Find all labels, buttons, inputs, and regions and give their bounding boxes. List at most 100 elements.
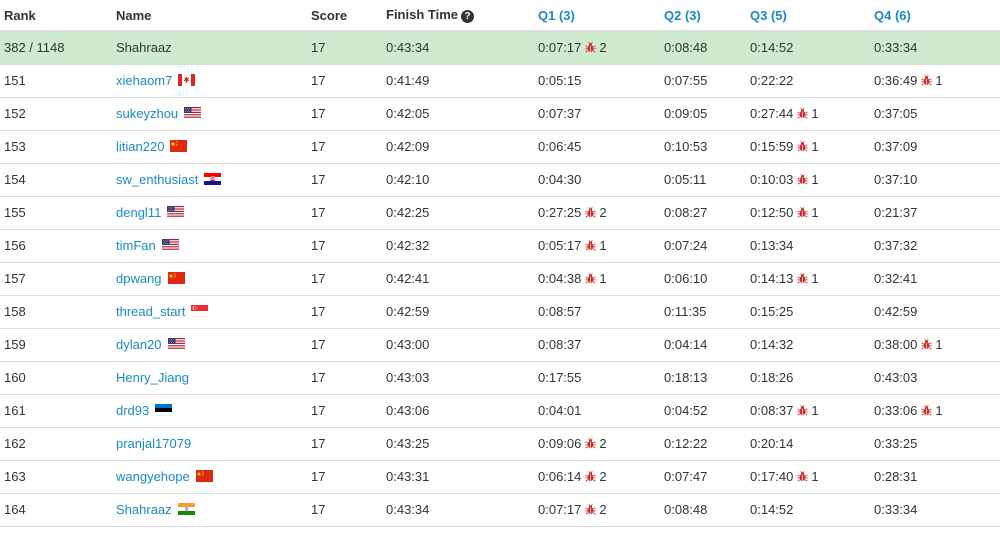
q4-time: 0:43:03 (874, 370, 918, 385)
q4-time: 0:36:49 (874, 73, 918, 88)
name-cell: dylan20 (112, 328, 307, 362)
score-cell: 17 (307, 130, 382, 164)
q3-time-cell: 0:14:52 (746, 31, 870, 65)
table-row: 162 pranjal17079 17 0:43:25 0:09:06 2 0:12:22 0… (0, 427, 1000, 461)
q1-time: 0:07:17 (538, 40, 582, 56)
q2-time-cell: 0:04:14 (660, 328, 746, 362)
q1-time-cell: 0:07:37 (534, 97, 660, 131)
q3-time: 0:08:37 (750, 403, 794, 418)
table-row: 152 sukeyzhou 17 0:42:05 0:07:37 0:09:05 0:27:… (0, 97, 1000, 131)
name-cell: xiehaom7 (112, 64, 307, 98)
estonia-flag-icon (155, 404, 173, 416)
finish-time-header: Finish Time? (382, 0, 534, 32)
user-link[interactable]: thread_start (116, 304, 185, 319)
q2-time: 0:07:24 (664, 238, 708, 253)
q3-time: 0:14:13 (750, 271, 794, 286)
q3-time: 0:20:14 (750, 436, 794, 451)
q3-header[interactable]: Q3 (5) (746, 0, 870, 32)
table-body: 382 / 1148 Shahraaz 17 0:43:34 0:07:17 2 0:08:… (0, 31, 1000, 527)
q2-time-cell: 0:09:05 (660, 97, 746, 131)
q4-time: 0:32:41 (874, 271, 918, 286)
finish-time-label: Finish Time (386, 7, 458, 22)
q3-time-cell: 0:15:59 1 (746, 130, 870, 164)
q1-time-cell: 0:07:17 2 (534, 31, 660, 65)
q1-time-cell: 0:06:45 (534, 130, 660, 164)
question-circle-icon[interactable]: ? (461, 10, 474, 23)
q1-time: 0:04:30 (538, 172, 582, 187)
current-user-row: 382 / 1148 Shahraaz 17 0:43:34 0:07:17 2 0:08:… (0, 31, 1000, 65)
q3-time-cell: 0:14:13 1 (746, 262, 870, 296)
q3-time-cell: 0:14:52 (746, 493, 870, 527)
wrong-attempts-count: 1 (811, 106, 819, 121)
q2-time-cell: 0:07:24 (660, 229, 746, 263)
user-link[interactable]: dengl11 (116, 205, 161, 220)
q2-time: 0:08:48 (664, 502, 708, 517)
q1-header[interactable]: Q1 (3) (534, 0, 660, 32)
q4-time-cell: 0:33:06 1 (870, 394, 1000, 428)
user-link[interactable]: litian220 (116, 139, 164, 154)
q2-time-cell: 0:07:47 (660, 460, 746, 494)
user-link[interactable]: Shahraaz (116, 502, 172, 517)
q1-time: 0:06:14 (538, 469, 582, 484)
q4-time: 0:28:31 (874, 469, 918, 484)
china-flag-icon (167, 272, 185, 284)
q1-time: 0:08:37 (538, 337, 582, 352)
q2-time: 0:04:52 (664, 403, 708, 418)
user-link[interactable]: sw_enthusiast (116, 172, 198, 187)
usa-flag-icon (161, 239, 179, 251)
user-link[interactable]: drd93 (116, 403, 149, 418)
q4-time: 0:42:59 (874, 304, 918, 319)
user-link[interactable]: wangyehope (116, 469, 190, 484)
q2-header[interactable]: Q2 (3) (660, 0, 746, 32)
bug-icon (585, 471, 597, 482)
q3-time-cell: 0:14:32 (746, 328, 870, 362)
q2-time-cell: 0:11:35 (660, 295, 746, 329)
wrong-attempts-count: 1 (811, 403, 819, 418)
rank-cell: 160 (0, 361, 112, 395)
q1-time-cell: 0:05:15 (534, 64, 660, 98)
canada-flag-icon (178, 74, 196, 86)
user-link[interactable]: sukeyzhou (116, 106, 178, 121)
q2-time: 0:18:13 (664, 370, 708, 385)
table-row: 156 timFan 17 0:42:32 0:05:17 1 0:07:24 0:13:34… (0, 229, 1000, 263)
q4-time-cell: 0:33:34 (870, 493, 1000, 527)
usa-flag-icon (184, 107, 202, 119)
q1-time: 0:04:01 (538, 403, 582, 418)
name-cell: dengl11 (112, 196, 307, 230)
user-link[interactable]: xiehaom7 (116, 73, 172, 88)
score-cell: 17 (307, 31, 382, 65)
q1-time: 0:05:15 (538, 73, 582, 88)
bug-icon (921, 75, 933, 86)
q4-time: 0:21:37 (874, 205, 918, 220)
user-link[interactable]: pranjal17079 (116, 436, 191, 451)
q4-time: 0:38:00 (874, 337, 918, 352)
score-cell: 17 (307, 196, 382, 230)
q1-time-cell: 0:17:55 (534, 361, 660, 395)
finish-time-cell: 0:41:49 (382, 64, 534, 98)
q4-time: 0:37:09 (874, 139, 918, 154)
q3-time: 0:12:50 (750, 205, 794, 220)
q2-time: 0:04:14 (664, 337, 708, 352)
q3-time-cell: 0:08:37 1 (746, 394, 870, 428)
rank-cell: 159 (0, 328, 112, 362)
q1-time: 0:07:37 (538, 106, 582, 121)
q4-header[interactable]: Q4 (6) (870, 0, 1000, 32)
q2-time-cell: 0:04:52 (660, 394, 746, 428)
user-link[interactable]: dpwang (116, 271, 162, 286)
q1-time-cell: 0:04:01 (534, 394, 660, 428)
user-link[interactable]: Henry_Jiang (116, 370, 189, 385)
q4-time-cell: 0:38:00 1 (870, 328, 1000, 362)
singapore-flag-icon (191, 305, 209, 317)
china-flag-icon (170, 140, 188, 152)
q3-time: 0:18:26 (750, 370, 794, 385)
china-flag-icon (195, 470, 213, 482)
q3-time: 0:14:32 (750, 337, 794, 352)
table-row: 157 dpwang 17 0:42:41 0:04:38 1 0:06:10 0:14:13… (0, 262, 1000, 296)
q3-time-cell: 0:18:26 (746, 361, 870, 395)
name-header: Name (112, 0, 307, 32)
user-link[interactable]: timFan (116, 238, 156, 253)
user-link[interactable]: dylan20 (116, 337, 162, 352)
q2-time: 0:07:47 (664, 469, 708, 484)
rank-header: Rank (0, 0, 112, 32)
q1-time-cell: 0:04:38 1 (534, 262, 660, 296)
